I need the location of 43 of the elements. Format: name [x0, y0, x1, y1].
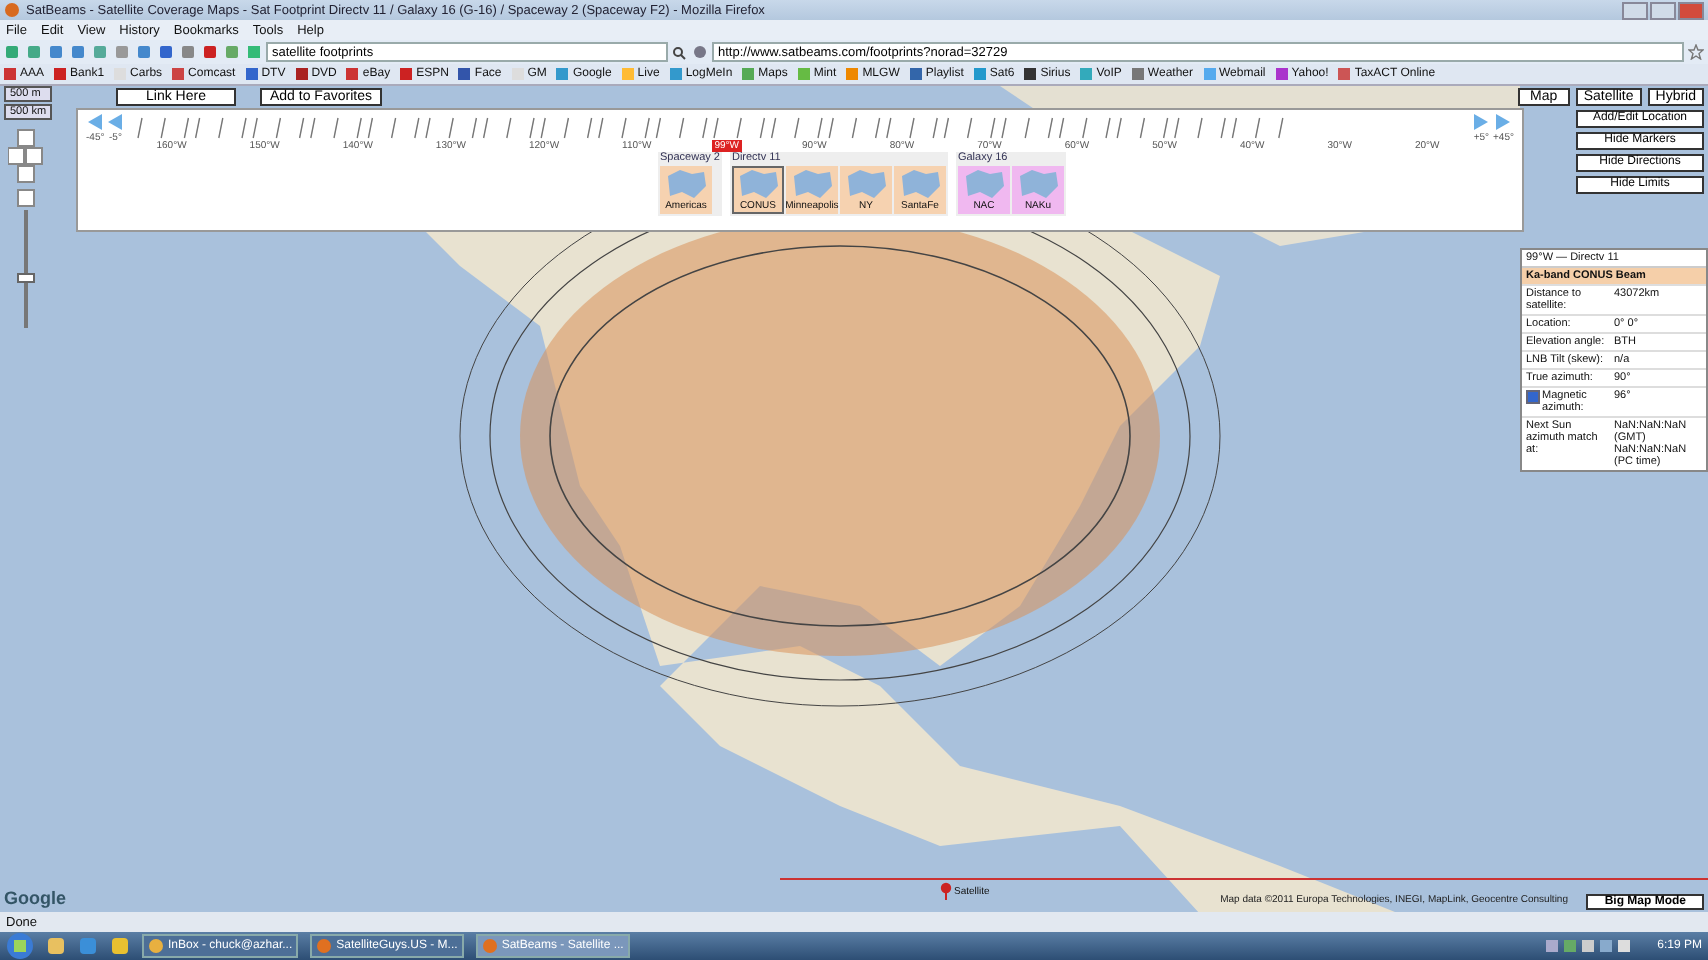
bookmark-icon: [909, 68, 922, 80]
close-button[interactable]: [1678, 1, 1704, 19]
bookmark-icon: [1275, 68, 1288, 80]
maximize-button[interactable]: [1650, 1, 1676, 19]
search-engine-icon: [246, 44, 262, 60]
bookmark-icon: [742, 68, 755, 80]
bookmark-icon: [1024, 68, 1037, 80]
globe-icon: [4, 2, 20, 18]
footprint-icon: [897, 168, 942, 200]
bookmark-icon: [400, 68, 413, 80]
map-pin-icon: [940, 882, 952, 900]
app-icon: [148, 938, 164, 954]
footprint-icon: [664, 168, 708, 200]
bookmark-icon: [1203, 68, 1215, 80]
star-icon: [1688, 44, 1704, 60]
footprint-icon: [735, 168, 780, 200]
bookmark-icon: [797, 68, 810, 80]
bookmark-icon: [295, 68, 308, 80]
bookmark-icon: [54, 68, 67, 80]
bookmark-icon: [669, 68, 682, 80]
footprint-icon: [843, 168, 888, 200]
minimize-button[interactable]: [1622, 1, 1648, 19]
bookmark-icon: [973, 68, 986, 80]
footprint-icon: [961, 168, 1006, 200]
bookmark-icon: [1338, 68, 1351, 80]
bookmark-icon: [846, 68, 859, 80]
bookmark-icon: [556, 68, 569, 80]
checkbox[interactable]: [1526, 390, 1540, 404]
google-logo: Google: [4, 888, 66, 908]
bookmark-icon: [172, 68, 185, 80]
bookmark-icon: [1131, 68, 1144, 80]
bookmark-icon: [621, 68, 634, 80]
search-icon: [672, 45, 686, 59]
bookmark-icon: [458, 68, 471, 80]
app-icon: [481, 938, 498, 954]
bookmark-icon: [1080, 68, 1093, 80]
app-icon: [316, 938, 333, 954]
bookmark-icon: [4, 68, 16, 80]
footprint-icon: [789, 168, 834, 200]
footprint-icon: [1015, 168, 1060, 200]
bookmark-icon: [245, 68, 258, 80]
bookmark-icon: [346, 68, 359, 80]
site-icon: [692, 44, 708, 60]
